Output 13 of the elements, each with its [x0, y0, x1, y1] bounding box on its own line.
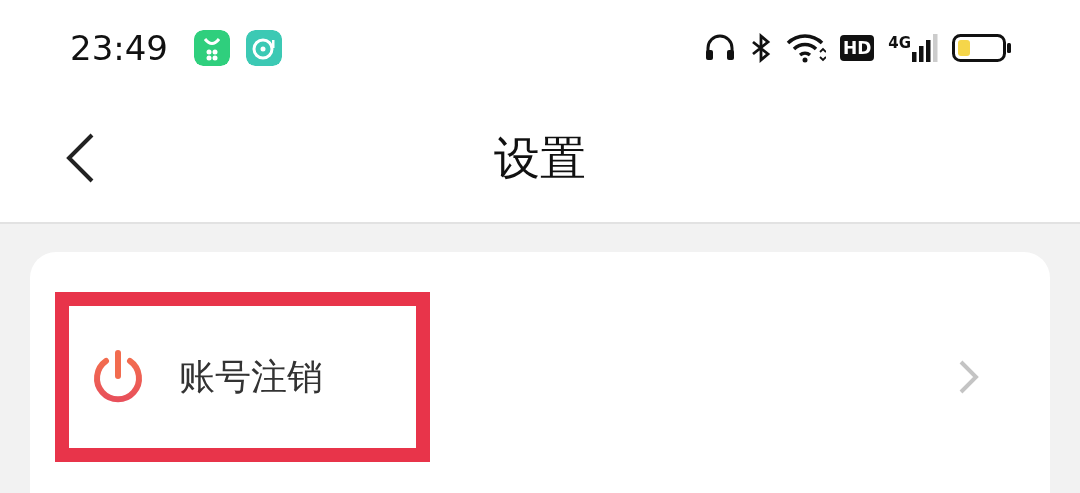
- clock-time: 23:49: [70, 28, 168, 68]
- app-notification-icon: [194, 30, 230, 66]
- wifi-icon: [785, 33, 826, 63]
- signal-icon: [912, 34, 938, 62]
- chevron-right-icon: [958, 359, 980, 395]
- headset-icon: [703, 33, 736, 63]
- battery-icon: [952, 34, 1012, 62]
- disc-app-icon: [246, 30, 282, 66]
- page-title: 设置: [494, 131, 586, 185]
- network-type: 4G: [888, 34, 911, 52]
- hd-badge: HD: [839, 35, 875, 61]
- setting-label[interactable]: 账号注销: [179, 352, 323, 402]
- power-icon: [91, 350, 145, 404]
